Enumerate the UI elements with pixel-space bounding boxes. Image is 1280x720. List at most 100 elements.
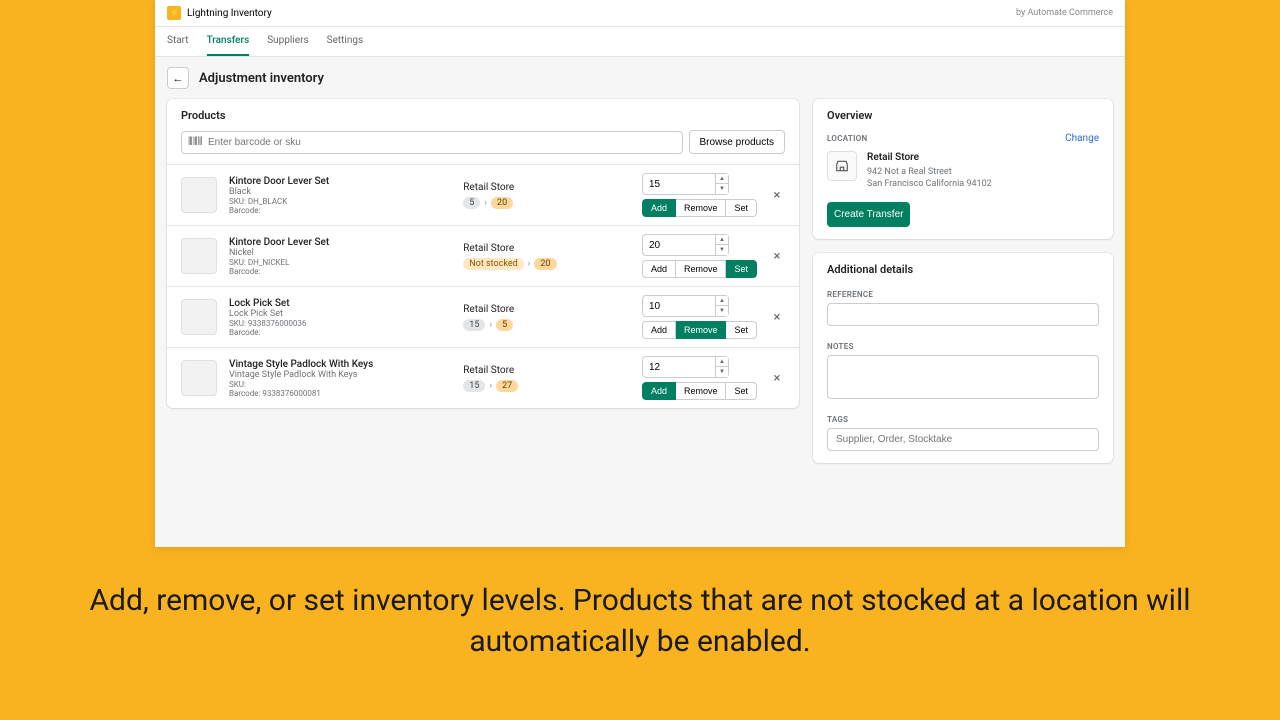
app-by: by Automate Commerce: [1016, 8, 1113, 18]
remove-item-button[interactable]: ×: [769, 371, 785, 386]
details-heading: Additional details: [813, 253, 1113, 284]
reference-label: Reference: [813, 284, 1113, 303]
product-variant: Lock Pick Set: [229, 309, 451, 319]
product-row: Kintore Door Lever Set Nickel SKU: DH_NI…: [167, 225, 799, 286]
app-window: ⚡ Lightning Inventory by Automate Commer…: [155, 0, 1125, 547]
tab-suppliers[interactable]: Suppliers: [267, 27, 308, 56]
product-barcode: Barcode:: [229, 267, 451, 276]
quantity-input[interactable]: [642, 356, 716, 378]
from-qty-badge: 15: [463, 380, 485, 392]
nav-tabs: Start Transfers Suppliers Settings: [155, 27, 1125, 57]
product-sku: SKU: DH_BLACK: [229, 197, 451, 206]
tags-input[interactable]: [827, 428, 1099, 451]
browse-products-button[interactable]: Browse products: [689, 130, 785, 154]
tags-label: Tags: [813, 409, 1113, 428]
qty-down-button[interactable]: ▼: [716, 306, 728, 316]
from-qty-badge: 5: [463, 197, 480, 209]
remove-button[interactable]: Remove: [676, 260, 727, 278]
remove-item-button[interactable]: ×: [769, 188, 785, 203]
product-thumbnail: [181, 360, 217, 396]
product-thumbnail: [181, 177, 217, 213]
back-button[interactable]: ←: [167, 67, 189, 89]
from-qty-badge: 15: [463, 319, 485, 331]
add-button[interactable]: Add: [642, 199, 676, 217]
product-row: Lock Pick Set Lock Pick Set SKU: 9338376…: [167, 286, 799, 347]
product-title: Vintage Style Padlock With Keys: [229, 359, 451, 370]
tab-transfers[interactable]: Transfers: [207, 27, 250, 56]
location-column: Retail Store Not stocked › 20: [463, 243, 630, 270]
product-barcode: Barcode:: [229, 328, 451, 337]
product-info: Kintore Door Lever Set Black SKU: DH_BLA…: [229, 176, 451, 215]
overview-heading: Overview: [827, 109, 872, 122]
not-stocked-badge: Not stocked: [463, 258, 523, 270]
set-button[interactable]: Set: [726, 199, 757, 217]
search-input[interactable]: [181, 131, 683, 154]
qty-down-button[interactable]: ▼: [716, 245, 728, 255]
arrow-right-icon: ›: [484, 198, 487, 208]
product-info: Vintage Style Padlock With Keys Vintage …: [229, 359, 451, 398]
reference-input[interactable]: [827, 303, 1099, 326]
qty-up-button[interactable]: ▲: [716, 296, 728, 306]
set-button[interactable]: Set: [726, 382, 757, 400]
qty-down-button[interactable]: ▼: [716, 367, 728, 377]
set-button[interactable]: Set: [726, 260, 757, 278]
quantity-input[interactable]: [642, 295, 716, 317]
to-qty-badge: 20: [534, 258, 556, 270]
product-row: Kintore Door Lever Set Black SKU: DH_BLA…: [167, 164, 799, 225]
qty-down-button[interactable]: ▼: [716, 184, 728, 194]
remove-button[interactable]: Remove: [676, 321, 727, 339]
tab-settings[interactable]: Settings: [327, 27, 364, 56]
arrow-right-icon: ›: [489, 320, 492, 330]
remove-item-button[interactable]: ×: [769, 310, 785, 325]
remove-item-button[interactable]: ×: [769, 249, 785, 264]
to-qty-badge: 27: [496, 380, 518, 392]
location-column: Retail Store 15 › 27: [463, 365, 630, 392]
product-title: Lock Pick Set: [229, 298, 451, 309]
product-variant: Vintage Style Padlock With Keys: [229, 370, 451, 380]
set-button[interactable]: Set: [726, 321, 757, 339]
location-column: Retail Store 5 › 20: [463, 182, 630, 209]
notes-textarea[interactable]: [827, 355, 1099, 399]
quantity-controls: ▲ ▼ Add Remove Set: [642, 356, 757, 400]
product-thumbnail: [181, 238, 217, 274]
products-card: Products ⦀⦀⦀ Browse products Kintore Doo…: [167, 99, 799, 408]
location-name: Retail Store: [463, 365, 630, 376]
qty-up-button[interactable]: ▲: [716, 174, 728, 184]
app-name: Lightning Inventory: [187, 8, 272, 19]
quantity-controls: ▲ ▼ Add Remove Set: [642, 173, 757, 217]
lightning-icon: ⚡: [167, 6, 181, 20]
qty-up-button[interactable]: ▲: [716, 357, 728, 367]
qty-up-button[interactable]: ▲: [716, 235, 728, 245]
product-row: Vintage Style Padlock With Keys Vintage …: [167, 347, 799, 408]
product-title: Kintore Door Lever Set: [229, 237, 451, 248]
arrow-right-icon: ›: [489, 381, 492, 391]
tab-start[interactable]: Start: [167, 27, 189, 56]
add-button[interactable]: Add: [642, 260, 676, 278]
add-button[interactable]: Add: [642, 321, 676, 339]
create-transfer-button[interactable]: Create Transfer: [827, 202, 910, 227]
to-qty-badge: 5: [496, 319, 513, 331]
product-variant: Nickel: [229, 248, 451, 258]
quantity-input[interactable]: [642, 234, 716, 256]
remove-button[interactable]: Remove: [676, 199, 727, 217]
remove-button[interactable]: Remove: [676, 382, 727, 400]
location-name: Retail Store: [463, 182, 630, 193]
arrow-right-icon: ›: [528, 259, 531, 269]
location-address: Retail Store 942 Not a Real Street San F…: [867, 151, 992, 190]
app-top-bar: ⚡ Lightning Inventory by Automate Commer…: [155, 0, 1125, 27]
product-info: Lock Pick Set Lock Pick Set SKU: 9338376…: [229, 298, 451, 337]
add-button[interactable]: Add: [642, 382, 676, 400]
quantity-controls: ▲ ▼ Add Remove Set: [642, 234, 757, 278]
location-name: Retail Store: [463, 243, 630, 254]
page-header: ← Adjustment inventory: [155, 57, 1125, 99]
notes-label: Notes: [813, 336, 1113, 355]
change-location-link[interactable]: Change: [1065, 133, 1113, 144]
location-label: Location: [813, 130, 881, 147]
marketing-caption: Add, remove, or set inventory levels. Pr…: [0, 581, 1280, 662]
quantity-input[interactable]: [642, 173, 716, 195]
products-heading: Products: [167, 99, 799, 130]
product-variant: Black: [229, 187, 451, 197]
product-sku: SKU: DH_NICKEL: [229, 258, 451, 267]
product-barcode: Barcode:: [229, 206, 451, 215]
store-icon: [827, 151, 857, 181]
